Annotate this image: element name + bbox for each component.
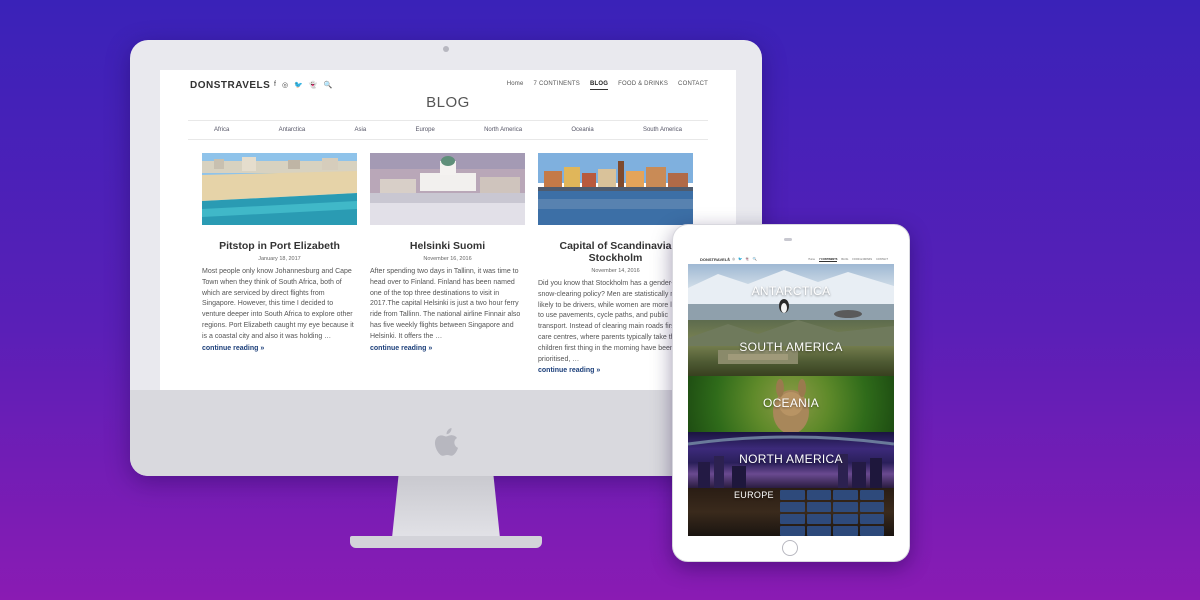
post-excerpt: Did you know that Stockholm has a gender…	[538, 280, 692, 363]
country-tile[interactable]	[780, 502, 805, 512]
imac-stand-neck	[392, 476, 500, 538]
tablet-nav-contact[interactable]: CONTACT	[876, 258, 888, 262]
continue-reading-link[interactable]: continue reading »	[370, 345, 525, 352]
country-tile[interactable]	[833, 502, 858, 512]
page-title: BLOG	[426, 94, 470, 111]
country-tile[interactable]	[859, 514, 884, 524]
post-card-port-elizabeth: Pitstop in Port Elizabeth January 18, 20…	[202, 153, 357, 352]
post-card-stockholm: Capital of Scandinavia Stockholm Novembe…	[538, 153, 693, 374]
banner-oceania[interactable]: OCEANIA	[688, 376, 894, 432]
tablet-nav: Home 7 CONTINENTS BLOG FOOD & DRINKS CON…	[808, 258, 888, 262]
nav-contact[interactable]: CONTACT	[678, 81, 708, 90]
tablet-nav-home[interactable]: Home	[808, 258, 815, 262]
facebook-icon[interactable]: f	[274, 81, 276, 89]
banner-label: EUROPE	[734, 490, 774, 500]
tablet-brand-logo[interactable]: DONSTRAVELS	[700, 257, 730, 262]
country-tile[interactable]	[806, 490, 831, 500]
post-date: January 18, 2017	[258, 256, 301, 262]
category-north-america[interactable]: North America	[484, 127, 522, 133]
nav-food-drinks[interactable]: FOOD & DRINKS	[618, 81, 668, 90]
tablet-nav-7-continents[interactable]: 7 CONTINENTS	[819, 258, 838, 262]
continue-reading-link[interactable]: continue reading »	[202, 345, 357, 352]
helsinki-thumbnail[interactable]	[370, 153, 525, 225]
country-tile[interactable]	[806, 526, 831, 536]
country-tile[interactable]	[859, 526, 884, 536]
post-date: November 14, 2016	[591, 268, 640, 274]
brand-logo[interactable]: DONSTRAVELS	[190, 80, 270, 91]
tablet-header: DONSTRAVELS f ◎ 🐦 👻 🔍 Home 7 CONTINENTS …	[688, 256, 894, 264]
country-tile[interactable]	[833, 490, 858, 500]
banner-label: NORTH AMERICA	[739, 452, 843, 466]
banner-north-america[interactable]: NORTH AMERICA	[688, 432, 894, 488]
snapchat-icon[interactable]: 👻	[309, 81, 318, 89]
post-title[interactable]: Pitstop in Port Elizabeth	[202, 240, 357, 252]
europe-country-grid	[780, 490, 884, 536]
banner-label: OCEANIA	[762, 396, 820, 410]
banner-antarctica[interactable]: ANTARCTICA	[688, 264, 894, 320]
country-tile[interactable]	[780, 514, 805, 524]
post-excerpt: After spending two days in Tallinn, it w…	[370, 268, 521, 340]
category-oceania[interactable]: Oceania	[571, 127, 593, 133]
country-tile[interactable]	[780, 526, 805, 536]
country-tile[interactable]	[859, 502, 884, 512]
category-asia[interactable]: Asia	[355, 127, 367, 133]
post-card-helsinki: Helsinki Suomi November 16, 2016 After s…	[370, 153, 525, 352]
social-icons: f ◎ 🐦 👻 🔍	[274, 81, 332, 89]
category-africa[interactable]: Africa	[214, 127, 229, 133]
imac-stand-foot	[350, 536, 542, 548]
tablet-nav-blog[interactable]: BLOG	[841, 258, 848, 262]
nav-7-continents[interactable]: 7 CONTINENTS	[534, 81, 580, 90]
continue-reading-link[interactable]: continue reading »	[538, 367, 693, 374]
beach-thumbnail[interactable]	[202, 153, 357, 225]
desktop-screen: DONSTRAVELS f ◎ 🐦 👻 🔍 Home 7 CONTINENTS …	[160, 70, 736, 390]
imac-camera	[443, 46, 449, 52]
country-tile[interactable]	[833, 526, 858, 536]
stockholm-thumbnail[interactable]	[538, 153, 693, 225]
nav-home[interactable]: Home	[507, 81, 524, 90]
banner-europe[interactable]: EUROPE	[688, 488, 894, 536]
country-tile[interactable]	[780, 490, 805, 500]
category-bar: Africa Antarctica Asia Europe North Amer…	[188, 120, 708, 140]
main-nav: Home 7 CONTINENTS BLOG FOOD & DRINKS CON…	[507, 81, 708, 90]
country-tile[interactable]	[806, 502, 831, 512]
category-europe[interactable]: Europe	[415, 127, 434, 133]
banner-label: SOUTH AMERICA	[739, 340, 843, 354]
tablet-nav-food-drinks[interactable]: FOOD & DRINKS	[852, 258, 872, 262]
country-tile[interactable]	[806, 514, 831, 524]
banner-south-america[interactable]: SOUTH AMERICA	[688, 320, 894, 376]
country-tile[interactable]	[859, 490, 884, 500]
instagram-icon[interactable]: ◎	[282, 81, 288, 89]
ipad-camera	[784, 238, 792, 241]
category-antarctica[interactable]: Antarctica	[279, 127, 306, 133]
tablet-social-icons[interactable]: f ◎ 🐦 👻 🔍	[728, 257, 758, 261]
nav-blog[interactable]: BLOG	[589, 81, 609, 90]
post-excerpt: Most people only know Johannesburg and C…	[202, 268, 354, 340]
ipad-home-button[interactable]	[782, 540, 798, 556]
post-title[interactable]: Helsinki Suomi	[370, 240, 525, 252]
country-tile[interactable]	[833, 514, 858, 524]
tablet-screen: DONSTRAVELS f ◎ 🐦 👻 🔍 Home 7 CONTINENTS …	[688, 256, 894, 536]
post-title[interactable]: Capital of Scandinavia Stockholm	[538, 240, 693, 264]
post-date: November 16, 2016	[423, 256, 472, 262]
twitter-icon[interactable]: 🐦	[294, 81, 303, 89]
search-icon[interactable]: 🔍	[324, 81, 333, 89]
category-south-america[interactable]: South America	[643, 127, 682, 133]
apple-logo-icon	[434, 428, 458, 456]
imac-chin	[130, 390, 762, 476]
banner-label: ANTARCTICA	[751, 284, 831, 298]
